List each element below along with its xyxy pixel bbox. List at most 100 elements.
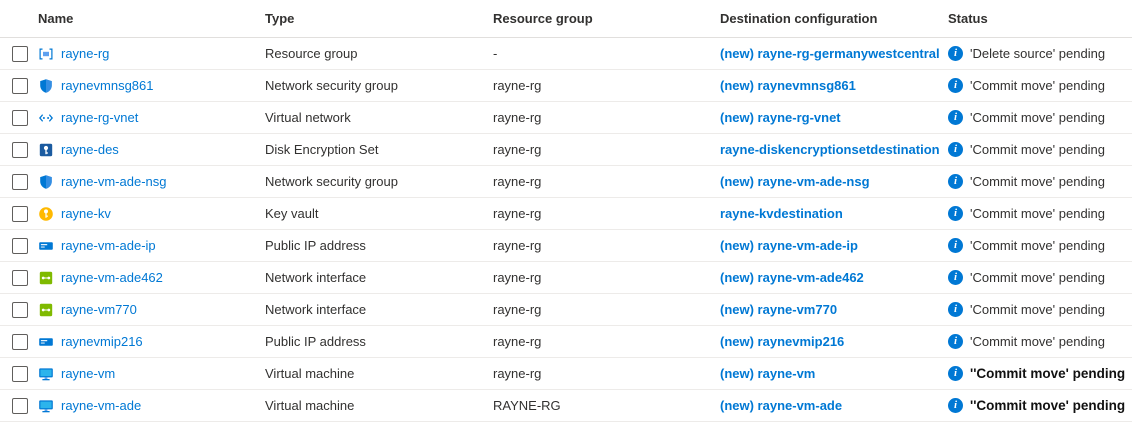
type-cell: Disk Encryption Set (265, 142, 493, 157)
column-header-resource-group[interactable]: Resource group (493, 11, 720, 26)
resource-name-link[interactable]: rayne-kv (61, 206, 111, 221)
row-checkbox[interactable] (12, 270, 28, 286)
resource-name-link[interactable]: rayne-rg (61, 46, 109, 61)
destination-link[interactable]: (new) rayne-vm-ade-nsg (720, 174, 870, 189)
type-cell: Network security group (265, 174, 493, 189)
public-ip-address-icon (38, 334, 54, 350)
key-vault-icon (38, 206, 54, 222)
status-text: 'Commit move' pending (970, 174, 1105, 189)
info-icon[interactable] (948, 174, 963, 189)
destination-link[interactable]: (new) rayne-rg-vnet (720, 110, 841, 125)
status-text: 'Commit move' pending (970, 78, 1105, 93)
info-icon[interactable] (948, 398, 963, 413)
column-header-name[interactable]: Name (38, 11, 265, 26)
type-cell: Network security group (265, 78, 493, 93)
info-icon[interactable] (948, 270, 963, 285)
destination-link[interactable]: (new) rayne-vm (720, 366, 815, 381)
resource-group-cell: rayne-rg (493, 174, 720, 189)
destination-link[interactable]: (new) rayne-vm-ade462 (720, 270, 864, 285)
resource-group-cell: - (493, 46, 720, 61)
resource-name-link[interactable]: rayne-des (61, 142, 119, 157)
type-cell: Public IP address (265, 334, 493, 349)
destination-link[interactable]: (new) rayne-vm-ade-ip (720, 238, 858, 253)
info-icon[interactable] (948, 206, 963, 221)
status-text: 'Commit move' pending (970, 270, 1105, 285)
info-icon[interactable] (948, 142, 963, 157)
row-checkbox[interactable] (12, 110, 28, 126)
info-icon[interactable] (948, 302, 963, 317)
destination-link[interactable]: rayne-diskencryptionsetdestination (720, 142, 940, 157)
row-checkbox[interactable] (12, 174, 28, 190)
info-icon[interactable] (948, 366, 963, 381)
type-cell: Resource group (265, 46, 493, 61)
resource-name-link[interactable]: rayne-vm770 (61, 302, 137, 317)
table-row: raynevmip216 Public IP address rayne-rg … (0, 326, 1132, 358)
resource-name-link[interactable]: rayne-vm-ade-ip (61, 238, 156, 253)
table-row: rayne-rg-vnet Virtual network rayne-rg (… (0, 102, 1132, 134)
table-header: Name Type Resource group Destination con… (0, 0, 1132, 38)
row-checkbox[interactable] (12, 142, 28, 158)
row-checkbox[interactable] (12, 46, 28, 62)
row-checkbox[interactable] (12, 206, 28, 222)
resource-group-cell: rayne-rg (493, 110, 720, 125)
type-cell: Virtual machine (265, 366, 493, 381)
destination-link[interactable]: (new) rayne-vm-ade (720, 398, 842, 413)
status-text: ''Commit move' pending (970, 398, 1125, 413)
resource-name-link[interactable]: rayne-vm-ade-nsg (61, 174, 167, 189)
status-text: 'Commit move' pending (970, 206, 1105, 221)
info-icon[interactable] (948, 334, 963, 349)
status-text: 'Commit move' pending (970, 142, 1105, 157)
destination-link[interactable]: (new) rayne-vm770 (720, 302, 837, 317)
resource-group-cell: rayne-rg (493, 238, 720, 253)
resource-name-link[interactable]: rayne-vm (61, 366, 115, 381)
info-icon[interactable] (948, 78, 963, 93)
status-text: ''Commit move' pending (970, 366, 1125, 381)
status-text: 'Delete source' pending (970, 46, 1105, 61)
resource-name-link[interactable]: rayne-vm-ade (61, 398, 141, 413)
row-checkbox[interactable] (12, 78, 28, 94)
disk-encryption-set-icon (38, 142, 54, 158)
table-row: rayne-vm-ade-ip Public IP address rayne-… (0, 230, 1132, 262)
resource-group-cell: rayne-rg (493, 206, 720, 221)
row-checkbox[interactable] (12, 398, 28, 414)
info-icon[interactable] (948, 110, 963, 125)
info-icon[interactable] (948, 46, 963, 61)
virtual-machine-icon (38, 398, 54, 414)
status-text: 'Commit move' pending (970, 302, 1105, 317)
resource-group-cell: rayne-rg (493, 302, 720, 317)
row-checkbox[interactable] (12, 302, 28, 318)
destination-link[interactable]: rayne-kvdestination (720, 206, 843, 221)
destination-link[interactable]: (new) raynevmip216 (720, 334, 844, 349)
destination-link[interactable]: (new) rayne-rg-germanywestcentral (720, 46, 940, 61)
resource-group-cell: rayne-rg (493, 142, 720, 157)
resource-name-link[interactable]: raynevmip216 (61, 334, 143, 349)
resource-group-icon (38, 46, 54, 62)
status-text: 'Commit move' pending (970, 238, 1105, 253)
column-header-type[interactable]: Type (265, 11, 493, 26)
virtual-machine-icon (38, 366, 54, 382)
resource-group-cell: RAYNE-RG (493, 398, 720, 413)
table-row: rayne-vm Virtual machine rayne-rg (new) … (0, 358, 1132, 390)
network-interface-icon (38, 270, 54, 286)
virtual-network-icon (38, 110, 54, 126)
public-ip-address-icon (38, 238, 54, 254)
table-row: rayne-rg Resource group - (new) rayne-rg… (0, 38, 1132, 70)
column-header-status[interactable]: Status (948, 11, 1132, 26)
table-row: rayne-vm-ade462 Network interface rayne-… (0, 262, 1132, 294)
resource-name-link[interactable]: rayne-vm-ade462 (61, 270, 163, 285)
row-checkbox[interactable] (12, 238, 28, 254)
row-checkbox[interactable] (12, 334, 28, 350)
type-cell: Virtual machine (265, 398, 493, 413)
type-cell: Network interface (265, 302, 493, 317)
destination-link[interactable]: (new) raynevmnsg861 (720, 78, 856, 93)
resource-name-link[interactable]: rayne-rg-vnet (61, 110, 138, 125)
resource-move-table: Name Type Resource group Destination con… (0, 0, 1132, 422)
resource-group-cell: rayne-rg (493, 334, 720, 349)
row-checkbox[interactable] (12, 366, 28, 382)
resource-name-link[interactable]: raynevmnsg861 (61, 78, 154, 93)
type-cell: Public IP address (265, 238, 493, 253)
resource-group-cell: rayne-rg (493, 270, 720, 285)
resource-group-cell: rayne-rg (493, 78, 720, 93)
info-icon[interactable] (948, 238, 963, 253)
column-header-destination-configuration[interactable]: Destination configuration (720, 11, 948, 26)
